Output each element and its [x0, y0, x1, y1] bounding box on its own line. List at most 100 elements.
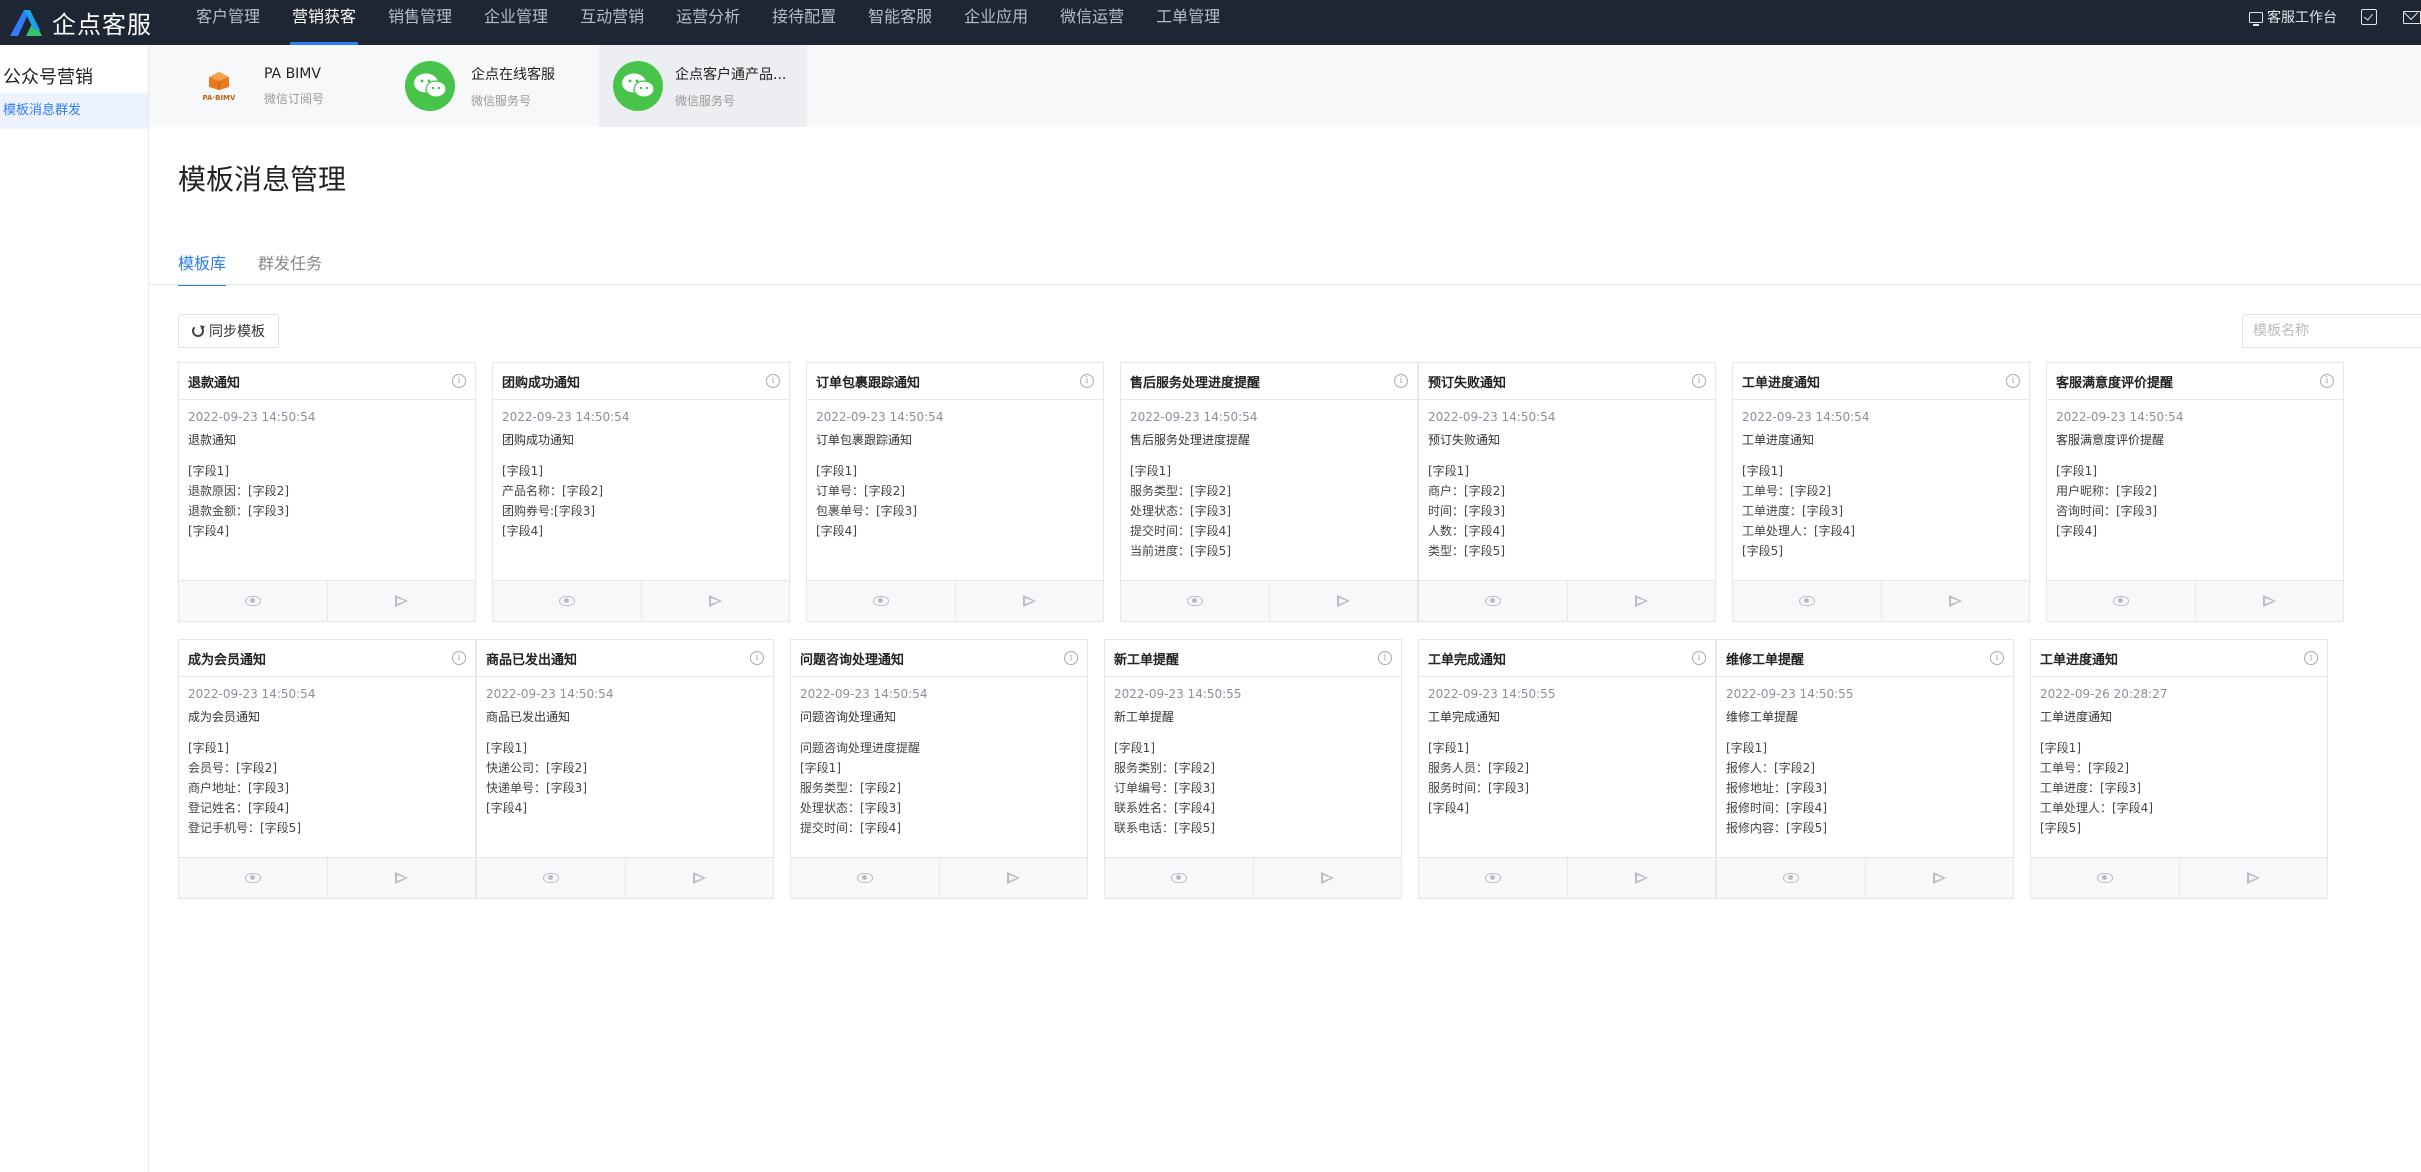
send-icon	[1022, 595, 1036, 607]
account-card-qidian-customer-product[interactable]: 企点客户通产品... 微信服务号	[599, 45, 807, 127]
template-field-line: 报修地址：[字段3]	[1726, 781, 1827, 795]
preview-button[interactable]	[1733, 581, 1881, 621]
info-icon[interactable]: i	[2304, 651, 2318, 665]
send-button[interactable]	[1566, 581, 1716, 621]
template-date: 2022-09-23 14:50:55	[1428, 687, 1556, 701]
template-field-line: [字段1]	[2056, 464, 2097, 478]
template-search-input[interactable]	[2242, 314, 2421, 348]
template-card-actions	[493, 580, 789, 621]
nav-item[interactable]: 客户管理	[180, 0, 276, 45]
template-field-line: 订单编号：[字段3]	[1114, 781, 1215, 795]
info-icon[interactable]: i	[750, 651, 764, 665]
info-icon[interactable]: i	[1378, 651, 1392, 665]
template-title: 工单进度通知	[1742, 375, 1821, 391]
info-icon[interactable]: i	[452, 374, 466, 388]
eye-icon	[558, 596, 575, 606]
send-button[interactable]	[2194, 581, 2344, 621]
template-field-line: 处理状态：[字段3]	[1130, 504, 1231, 518]
send-icon	[1948, 595, 1962, 607]
mail-icon[interactable]	[2403, 10, 2421, 24]
template-field-line: 工单进度：[字段3]	[1742, 504, 1843, 518]
sync-templates-button[interactable]: 同步模板	[178, 314, 279, 348]
preview-button[interactable]	[179, 858, 327, 898]
send-button[interactable]	[1864, 858, 2014, 898]
app-logo[interactable]: 企点客服	[6, 0, 152, 45]
send-button[interactable]	[1880, 581, 2030, 621]
preview-button[interactable]	[1419, 858, 1567, 898]
info-icon[interactable]: i	[1692, 374, 1706, 388]
nav-item[interactable]: 微信运营	[1044, 0, 1140, 45]
brand-name: 企点客服	[52, 11, 152, 39]
monitor-icon	[2249, 11, 2263, 26]
preview-button[interactable]	[1717, 858, 1865, 898]
info-icon[interactable]: i	[1080, 374, 1094, 388]
nav-item[interactable]: 工单管理	[1140, 0, 1236, 45]
template-card: 问题咨询处理通知 i 2022-09-23 14:50:54 问题咨询处理通知 …	[790, 639, 1088, 899]
info-icon[interactable]: i	[1990, 651, 2004, 665]
info-icon[interactable]: i	[2320, 374, 2334, 388]
info-icon[interactable]: i	[452, 651, 466, 665]
nav-item[interactable]: 运营分析	[660, 0, 756, 45]
template-field-line: [字段1]	[816, 464, 857, 478]
template-fields: 问题咨询处理进度提醒 [字段1] 服务类型：[字段2] 处理状态：[字段3] 提交时间：…	[800, 738, 1078, 838]
template-card: 售后服务处理进度提醒 i 2022-09-23 14:50:54 售后服务处理进…	[1120, 362, 1418, 622]
template-title: 团购成功通知	[502, 375, 581, 391]
tab-broadcast-tasks[interactable]: 群发任务	[258, 250, 322, 285]
preview-button[interactable]	[2031, 858, 2179, 898]
template-date: 2022-09-23 14:50:55	[1726, 687, 1854, 701]
send-button[interactable]	[326, 858, 476, 898]
workbench-link[interactable]: 客服工作台	[2249, 7, 2337, 27]
template-subtitle: 工单进度通知	[1742, 433, 1815, 447]
account-card-pa-bimv[interactable]: PA·BIMV PA BIMV 微信订阅号	[194, 45, 384, 127]
template-field-line: [字段4]	[502, 524, 543, 538]
send-button[interactable]	[938, 858, 1088, 898]
send-icon	[394, 872, 408, 884]
send-icon	[1634, 872, 1648, 884]
nav-item[interactable]: 营销获客	[276, 0, 372, 45]
send-button[interactable]	[1252, 858, 1402, 898]
info-icon[interactable]: i	[1394, 374, 1408, 388]
template-field-line: 类型：[字段5]	[1428, 544, 1505, 558]
preview-button[interactable]	[179, 581, 327, 621]
template-date: 2022-09-23 14:50:54	[188, 410, 316, 424]
nav-item[interactable]: 企业应用	[948, 0, 1044, 45]
task-check-icon[interactable]	[2361, 9, 2377, 25]
info-icon[interactable]: i	[2006, 374, 2020, 388]
nav-item[interactable]: 销售管理	[372, 0, 468, 45]
send-button[interactable]	[1566, 858, 1716, 898]
eye-icon	[1782, 873, 1799, 883]
template-title: 商品已发出通知	[486, 652, 578, 668]
info-icon[interactable]: i	[1064, 651, 1078, 665]
nav-item[interactable]: 企业管理	[468, 0, 564, 45]
preview-button[interactable]	[2047, 581, 2195, 621]
info-icon[interactable]: i	[1692, 651, 1706, 665]
nav-item[interactable]: 互动营销	[564, 0, 660, 45]
template-field-line: 用户昵称：[字段2]	[2056, 484, 2157, 498]
account-card-qidian-online[interactable]: 企点在线客服 微信服务号	[405, 45, 595, 127]
template-field-line: [字段1]	[486, 741, 527, 755]
preview-button[interactable]	[1105, 858, 1253, 898]
template-date: 2022-09-23 14:50:54	[2056, 410, 2184, 424]
template-card-header: 客服满意度评价提醒 i	[2047, 363, 2343, 400]
nav-item[interactable]: 接待配置	[756, 0, 852, 45]
info-icon[interactable]: i	[766, 374, 780, 388]
template-date: 2022-09-26 20:28:27	[2040, 687, 2168, 701]
tab-template-library[interactable]: 模板库	[178, 250, 227, 286]
preview-button[interactable]	[807, 581, 955, 621]
preview-button[interactable]	[1121, 581, 1269, 621]
preview-button[interactable]	[1419, 581, 1567, 621]
send-icon	[1336, 595, 1350, 607]
sidebar-item-template-broadcast[interactable]: 模板消息群发	[0, 93, 148, 129]
template-field-line: 服务类型：[字段2]	[1130, 484, 1231, 498]
send-button[interactable]	[1268, 581, 1418, 621]
preview-button[interactable]	[493, 581, 641, 621]
nav-item[interactable]: 智能客服	[852, 0, 948, 45]
send-button[interactable]	[326, 581, 476, 621]
preview-button[interactable]	[791, 858, 939, 898]
template-card-body: 2022-09-23 14:50:54 成为会员通知 [字段1] 会员号：[字段2…	[179, 677, 475, 858]
preview-button[interactable]	[477, 858, 625, 898]
send-button[interactable]	[2178, 858, 2328, 898]
send-button[interactable]	[954, 581, 1104, 621]
send-button[interactable]	[640, 581, 790, 621]
send-button[interactable]	[624, 858, 774, 898]
